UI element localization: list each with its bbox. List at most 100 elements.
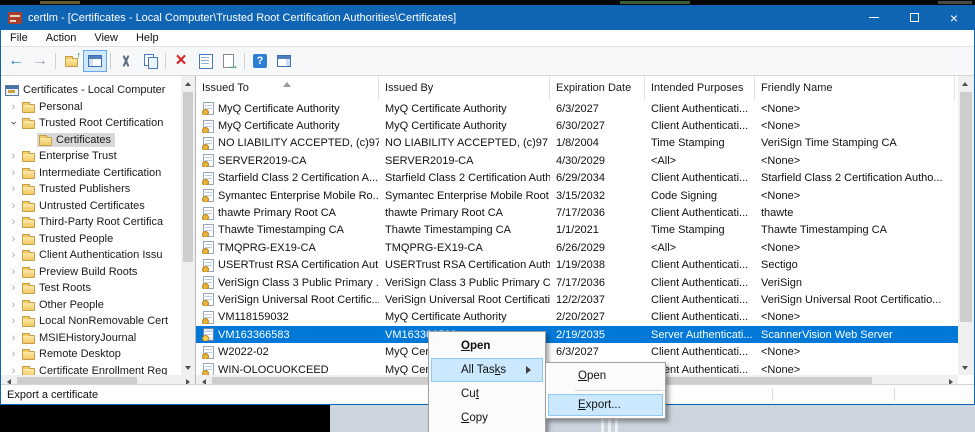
tree-item-test-roots[interactable]: ›Test Roots — [1, 280, 181, 297]
show-action-pane-button[interactable] — [272, 50, 296, 72]
help-button[interactable] — [248, 50, 272, 72]
tree-item-certificate-enrollment-req[interactable]: ›Certificate Enrollment Req — [1, 363, 181, 376]
chevron-collapsed-icon[interactable]: › — [7, 283, 20, 293]
chevron-collapsed-icon[interactable]: › — [7, 102, 20, 112]
chevron-collapsed-icon[interactable]: › — [7, 316, 20, 326]
table-row[interactable]: SERVER2019-CASERVER2019-CA4/30/2029<All>… — [196, 152, 958, 169]
context-menu-item-open[interactable]: Open — [431, 334, 543, 358]
chevron-expanded-icon[interactable]: › — [9, 117, 19, 130]
chevron-collapsed-icon[interactable]: › — [7, 250, 20, 260]
chevron-collapsed-icon[interactable]: › — [7, 151, 20, 161]
submenu-item-open[interactable]: Open — [548, 365, 663, 387]
tree-item-other-people[interactable]: ›Other People — [1, 297, 181, 314]
tree-item-msiehistoryjournal[interactable]: ›MSIEHistoryJournal — [1, 330, 181, 347]
chevron-collapsed-icon[interactable]: › — [7, 217, 20, 227]
scrollbar-thumb[interactable] — [183, 92, 193, 262]
table-row[interactable]: VM118159032MyQ Certificate Authority2/20… — [196, 309, 958, 326]
context-menu-item-all-tasks[interactable]: All Tasks — [431, 358, 543, 382]
table-row[interactable]: W2022-02MyQ Certificate Authority6/3/202… — [196, 343, 958, 360]
table-row[interactable]: Starfield Class 2 Certification A...Star… — [196, 170, 958, 187]
scroll-up-arrow[interactable] — [958, 76, 972, 90]
cell-expiration: 2/20/2027 — [550, 311, 645, 323]
cell-friendly: <None> — [755, 155, 955, 167]
cell-expiration: 6/3/2027 — [550, 103, 645, 115]
table-row[interactable]: VM163366583VM1633665832/19/2035Server Au… — [196, 326, 958, 343]
close-icon: × — [950, 13, 958, 23]
table-row[interactable]: USERTrust RSA Certification Aut...USERTr… — [196, 257, 958, 274]
scroll-up-arrow[interactable] — [181, 76, 195, 90]
tree-item-trusted-root-certification[interactable]: ›Trusted Root Certification — [1, 115, 181, 132]
table-row[interactable]: VeriSign Class 3 Public Primary ...VeriS… — [196, 274, 958, 291]
tree-item-certificates[interactable]: Certificates — [1, 132, 181, 149]
chevron-collapsed-icon[interactable]: › — [7, 366, 20, 375]
chevron-collapsed-icon[interactable]: › — [7, 234, 20, 244]
context-menu-item-cut[interactable]: Cut — [431, 382, 543, 406]
back-button[interactable] — [4, 50, 28, 72]
table-row[interactable]: NO LIABILITY ACCEPTED, (c)97 ...NO LIABI… — [196, 135, 958, 152]
minimize-button[interactable] — [854, 5, 894, 30]
column-header-issued-to[interactable]: Issued To — [196, 76, 379, 100]
chevron-collapsed-icon[interactable]: › — [7, 349, 20, 359]
submenu-item-export[interactable]: Export... — [548, 394, 663, 416]
chevron-collapsed-icon[interactable]: › — [7, 267, 20, 277]
show-console-tree-button[interactable] — [83, 50, 107, 72]
column-header-issued-by[interactable]: Issued By — [379, 76, 550, 100]
chevron-collapsed-icon[interactable]: › — [7, 201, 20, 211]
tree-vertical-scrollbar[interactable] — [181, 76, 195, 375]
context-menu-item-copy[interactable]: Copy — [431, 406, 543, 430]
table-row[interactable]: Symantec Enterprise Mobile Ro...Symantec… — [196, 187, 958, 204]
tree-item-personal[interactable]: ›Personal — [1, 99, 181, 116]
tree-item-label: Certificates — [56, 134, 111, 146]
cell-text: MyQ Certificate Authority — [218, 103, 340, 115]
tree-item-local-nonremovable-cert[interactable]: ›Local NonRemovable Cert — [1, 313, 181, 330]
export-list-button[interactable] — [217, 50, 241, 72]
tree-item-trusted-publishers[interactable]: ›Trusted Publishers — [1, 181, 181, 198]
cell-text: <None> — [761, 311, 800, 323]
forward-button[interactable] — [28, 50, 52, 72]
tree-item-preview-build-roots[interactable]: › Preview Build Roots — [1, 264, 181, 281]
cell-issued_by: NO LIABILITY ACCEPTED, (c)97 Ve... — [379, 137, 550, 149]
column-header-friendly-name[interactable]: Friendly Name — [755, 76, 955, 100]
chevron-collapsed-icon[interactable]: › — [7, 333, 20, 343]
scroll-down-arrow[interactable] — [958, 361, 972, 375]
copy-button[interactable] — [138, 50, 162, 72]
column-header-expiration-date[interactable]: Expiration Date — [550, 76, 645, 100]
tree-item-trusted-people[interactable]: ›Trusted People — [1, 231, 181, 248]
table-row[interactable]: MyQ Certificate AuthorityMyQ Certificate… — [196, 117, 958, 134]
close-button[interactable]: × — [934, 5, 974, 30]
tree-item-label: Preview Build Roots — [39, 266, 137, 278]
table-row[interactable]: Thawte Timestamping CAThawte Timestampin… — [196, 222, 958, 239]
tree-item-certificates-local-computer[interactable]: Certificates - Local Computer — [1, 82, 181, 99]
cell-issued_by: MyQ Certificate Authority — [379, 103, 550, 115]
chevron-collapsed-icon[interactable]: › — [7, 300, 20, 310]
table-row[interactable]: VeriSign Universal Root Certific...VeriS… — [196, 291, 958, 308]
chevron-collapsed-icon[interactable]: › — [7, 168, 20, 178]
scroll-down-arrow[interactable] — [181, 361, 195, 375]
maximize-button[interactable] — [894, 5, 934, 30]
menubar-item-action[interactable]: Action — [37, 30, 86, 46]
menubar-item-view[interactable]: View — [85, 30, 127, 46]
tree-item-untrusted-certificates[interactable]: ›Untrusted Certificates — [1, 198, 181, 215]
cell-issued_by: MyQ Certificate Authority — [379, 120, 550, 132]
menubar-item-file[interactable]: File — [1, 30, 37, 46]
titlebar[interactable]: certlm - [Certificates - Local Computer\… — [1, 5, 974, 30]
tree-item-third-party-root-certifica[interactable]: ›Third-Party Root Certifica — [1, 214, 181, 231]
tree-item-client-authentication-issu[interactable]: ›Client Authentication Issu — [1, 247, 181, 264]
menu-item-accelerator: C — [461, 412, 469, 424]
menubar-item-help[interactable]: Help — [127, 30, 168, 46]
table-row[interactable]: thawte Primary Root CAthawte Primary Roo… — [196, 204, 958, 221]
cut-button[interactable] — [114, 50, 138, 72]
chevron-collapsed-icon[interactable]: › — [7, 184, 20, 194]
scrollbar-thumb[interactable] — [960, 92, 972, 322]
table-row[interactable]: MyQ Certificate Authority MyQ Certificate… — [196, 100, 958, 117]
tree-node: MSIEHistoryJournal — [20, 331, 140, 345]
tree-item-intermediate-certification[interactable]: ›Intermediate Certification — [1, 165, 181, 182]
up-one-level-button[interactable] — [59, 50, 83, 72]
tree-item-remote-desktop[interactable]: ›Remote Desktop — [1, 346, 181, 363]
column-header-intended-purposes[interactable]: Intended Purposes — [645, 76, 755, 100]
tree-item-enterprise-trust[interactable]: ›Enterprise Trust — [1, 148, 181, 165]
list-vertical-scrollbar[interactable] — [958, 76, 974, 375]
delete-button[interactable] — [169, 50, 193, 72]
table-row[interactable]: TMQPRG-EX19-CATMQPRG-EX19-CA6/26/2029<Al… — [196, 239, 958, 256]
properties-button[interactable] — [193, 50, 217, 72]
